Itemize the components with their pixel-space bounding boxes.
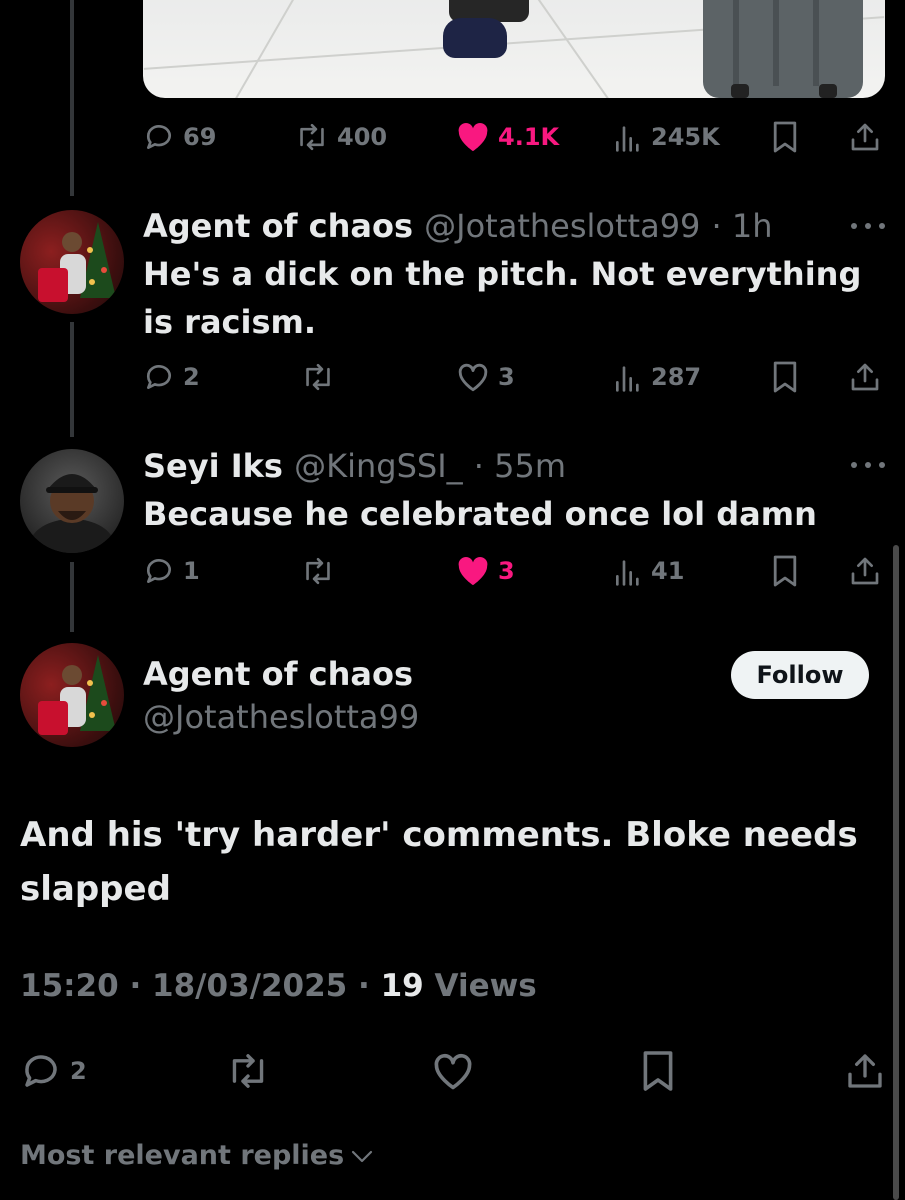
thread-line xyxy=(70,322,74,437)
reply-icon xyxy=(146,125,171,149)
display-name: Agent of chaos xyxy=(143,207,414,245)
views-button[interactable]: 245K xyxy=(613,117,720,157)
repost-icon xyxy=(300,123,324,151)
reply-author[interactable]: Seyi Iks @KingSSI_ · 55m xyxy=(143,447,566,485)
chevron-down-icon xyxy=(352,1150,373,1162)
reply-count: 69 xyxy=(183,123,217,151)
views-count: 245K xyxy=(651,123,720,151)
thread-line xyxy=(70,562,74,632)
avatar[interactable] xyxy=(20,643,124,747)
handle[interactable]: @Jotatheslotta99 xyxy=(143,698,419,736)
tweet-actions: 69 400 4.1K 245K xyxy=(143,117,885,157)
follow-button[interactable]: Follow xyxy=(731,651,869,699)
views-button[interactable]: 287 xyxy=(613,357,701,397)
views-icon xyxy=(616,366,639,392)
more-button[interactable] xyxy=(851,223,885,233)
views-count: 19 xyxy=(380,968,424,1004)
handle: @KingSSI_ xyxy=(294,447,463,485)
share-button[interactable] xyxy=(845,1046,885,1096)
heart-icon xyxy=(434,1053,472,1090)
repost-button[interactable] xyxy=(301,357,343,397)
bookmark-button[interactable] xyxy=(771,117,799,157)
bookmark-icon xyxy=(773,555,797,587)
more-button[interactable] xyxy=(851,462,885,472)
repost-count: 400 xyxy=(337,123,388,151)
share-icon xyxy=(851,123,879,151)
reply-icon xyxy=(146,365,171,389)
display-name: Seyi Iks xyxy=(143,447,283,485)
views-count: 41 xyxy=(651,557,685,585)
reply-count: 1 xyxy=(183,557,200,585)
bookmark-button[interactable] xyxy=(640,1046,676,1096)
share-button[interactable] xyxy=(849,551,881,591)
reply-icon xyxy=(146,559,171,583)
like-count: 3 xyxy=(498,363,515,391)
views-count: 287 xyxy=(651,363,702,391)
reply-icon xyxy=(25,1055,57,1087)
repost-icon xyxy=(232,1054,264,1088)
reply-text: Because he celebrated once lol damn xyxy=(143,495,817,533)
repost-icon xyxy=(306,557,330,585)
views-icon xyxy=(616,560,639,586)
reply-actions: 1 3 41 xyxy=(143,551,885,591)
repost-button[interactable]: 400 xyxy=(295,117,387,157)
views-icon xyxy=(616,126,639,152)
like-button[interactable] xyxy=(431,1046,475,1096)
reply-button[interactable]: 1 xyxy=(143,551,200,591)
bookmark-button[interactable] xyxy=(771,357,799,397)
tweet-time: 15:20 · 18/03/2025 · xyxy=(20,968,381,1004)
more-icon xyxy=(851,462,857,468)
reply-button[interactable]: 2 xyxy=(143,357,200,397)
sort-label: Most relevant replies xyxy=(20,1140,345,1171)
tweet-timestamp[interactable]: 15:20 · 18/03/2025 · 19 Views xyxy=(20,968,537,1004)
bookmark-icon xyxy=(773,121,797,153)
reply-sort-dropdown[interactable]: Most relevant replies xyxy=(20,1140,374,1171)
reply-actions: 2 3 287 xyxy=(143,357,885,397)
avatar[interactable] xyxy=(20,449,124,553)
share-icon xyxy=(851,557,879,585)
like-button[interactable]: 3 xyxy=(456,357,515,397)
heart-icon xyxy=(458,122,488,152)
tweet-actions: 2 xyxy=(0,1046,905,1096)
repost-button[interactable] xyxy=(301,551,343,591)
more-icon xyxy=(851,223,857,229)
tweet-image[interactable] xyxy=(143,0,885,98)
like-button[interactable]: 4.1K xyxy=(456,117,559,157)
reply-button[interactable]: 2 xyxy=(20,1046,87,1096)
bookmark-icon xyxy=(643,1051,673,1091)
bookmark-button[interactable] xyxy=(771,551,799,591)
display-name[interactable]: Agent of chaos xyxy=(143,655,413,693)
repost-icon xyxy=(306,363,330,391)
repost-button[interactable] xyxy=(226,1046,270,1096)
like-button[interactable]: 3 xyxy=(456,551,515,591)
timestamp: · 55m xyxy=(473,447,566,485)
reply-count: 2 xyxy=(70,1057,87,1085)
avatar[interactable] xyxy=(20,210,124,314)
scrollbar[interactable] xyxy=(893,545,899,1200)
reply-text: He's a dick on the pitch. Not everything… xyxy=(143,255,862,341)
tweet-text: And his 'try harder' comments. Bloke nee… xyxy=(20,815,858,909)
like-count: 3 xyxy=(498,557,515,585)
heart-icon xyxy=(458,363,488,392)
reply-author[interactable]: Agent of chaos @Jotatheslotta99 · 1h xyxy=(143,207,773,245)
thread-line xyxy=(70,0,74,196)
share-button[interactable] xyxy=(849,117,881,157)
handle: @Jotatheslotta99 xyxy=(424,207,701,245)
timestamp: · 1h xyxy=(711,207,773,245)
views-button[interactable]: 41 xyxy=(613,551,684,591)
like-count: 4.1K xyxy=(498,123,560,151)
share-icon xyxy=(848,1054,882,1088)
reply-button[interactable]: 69 xyxy=(143,117,216,157)
bookmark-icon xyxy=(773,361,797,393)
share-button[interactable] xyxy=(849,357,881,397)
views-label: Views xyxy=(423,968,537,1004)
heart-icon xyxy=(458,556,488,586)
share-icon xyxy=(851,363,879,391)
reply-count: 2 xyxy=(183,363,200,391)
